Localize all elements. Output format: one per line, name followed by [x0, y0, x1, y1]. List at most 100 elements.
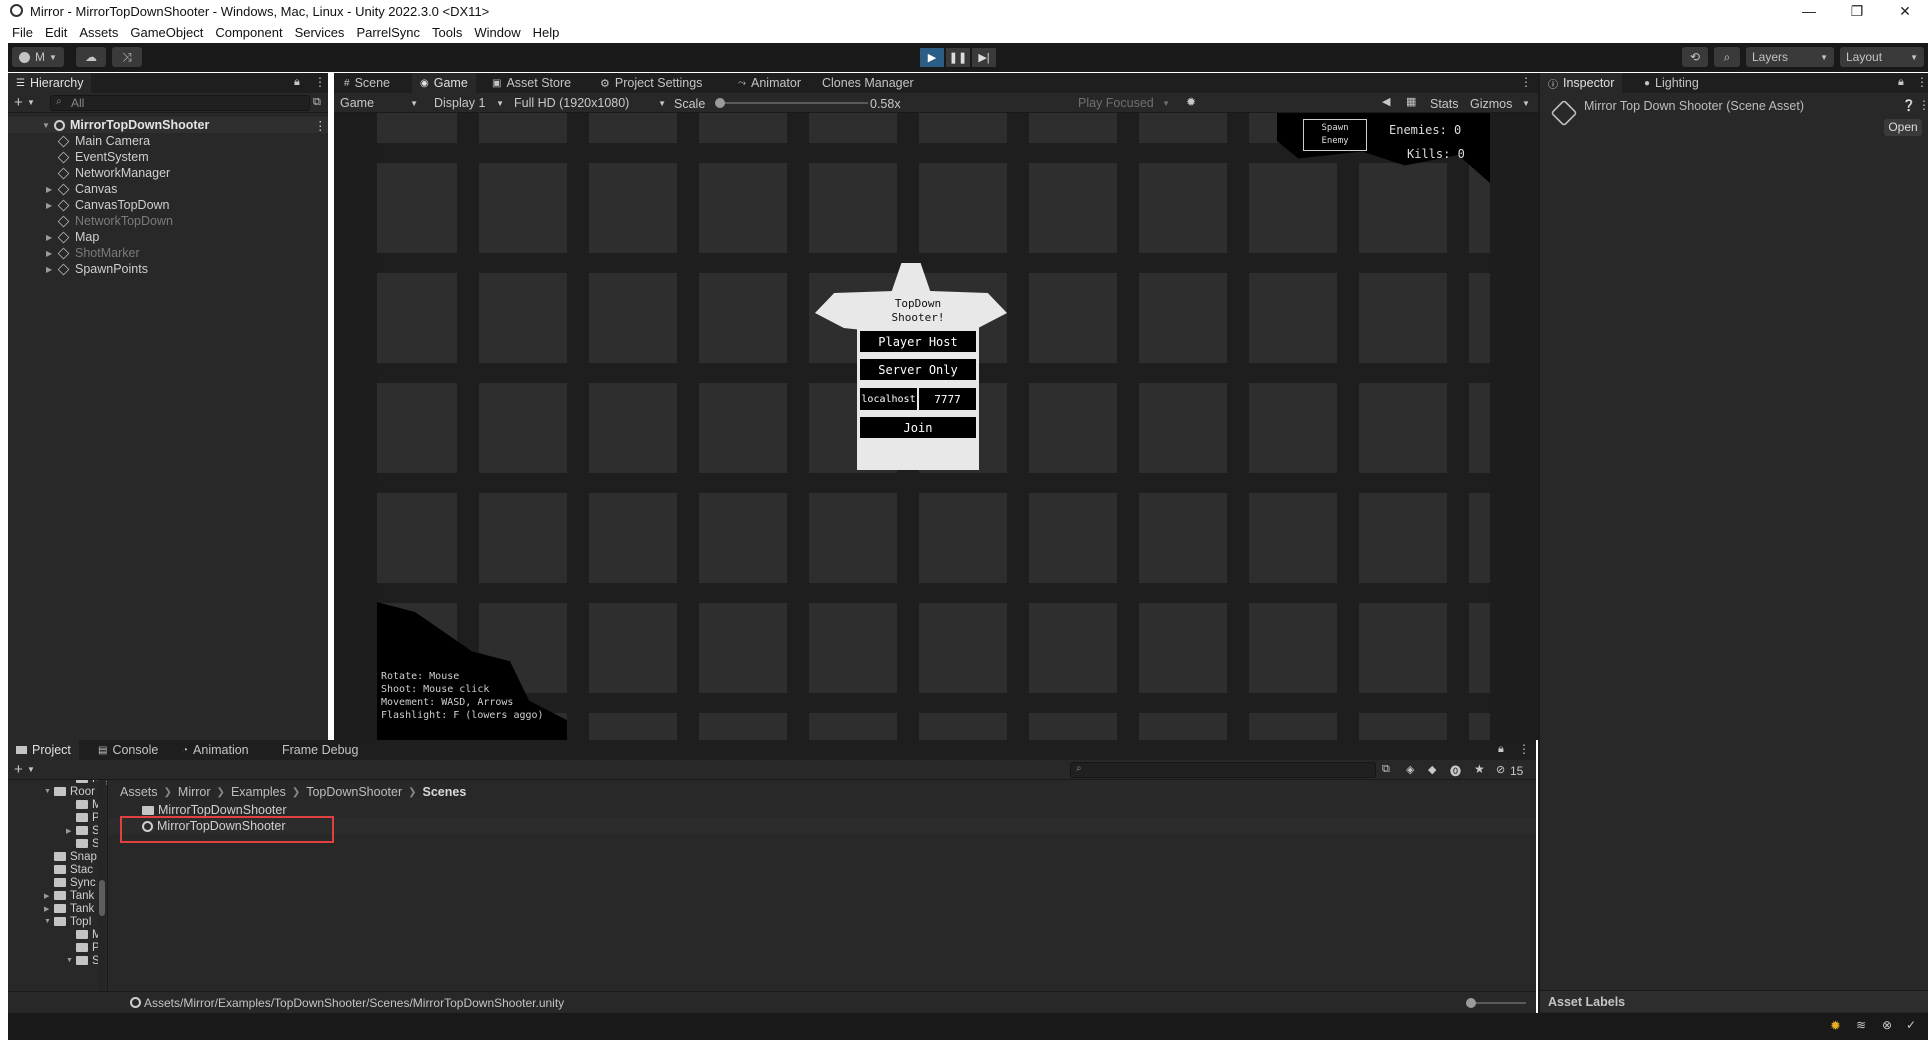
folder-tree-item[interactable]: ▶ Tank: [44, 902, 94, 915]
display-dropdown[interactable]: Display 1 ▼: [430, 95, 508, 111]
lock-icon[interactable]: 🔒︎: [294, 76, 300, 89]
kebab-menu-icon[interactable]: ⋮: [1520, 75, 1532, 89]
expand-arrow-icon[interactable]: ▶: [46, 201, 56, 210]
tab-game[interactable]: ◉ Game: [412, 73, 476, 93]
scale-slider-handle[interactable]: [715, 98, 725, 108]
scale-slider[interactable]: [715, 98, 868, 108]
menu-file[interactable]: File: [12, 25, 33, 40]
close-button[interactable]: ✕: [1882, 0, 1928, 22]
breadcrumb-item-current[interactable]: Scenes: [423, 785, 467, 799]
hierarchy-item[interactable]: ▶ ShotMarker: [8, 245, 140, 261]
hierarchy-item[interactable]: ▶ CanvasTopDown: [8, 197, 170, 213]
resolution-dropdown[interactable]: Full HD (1920x1080) ▼: [510, 95, 670, 111]
search-by-label-icon[interactable]: ◈: [1406, 763, 1414, 776]
kebab-menu-icon[interactable]: ⋮: [1918, 98, 1928, 112]
pause-button[interactable]: ❚❚: [946, 48, 970, 67]
add-icon[interactable]: +: [14, 761, 23, 778]
icon-size-slider[interactable]: [1466, 998, 1526, 1008]
address-input[interactable]: localhost: [860, 388, 917, 410]
tab-hierarchy[interactable]: ☰ Hierarchy: [8, 73, 92, 93]
hierarchy-item[interactable]: ▶ Map: [8, 229, 99, 245]
menu-parrelsync[interactable]: ParrelSync: [356, 25, 420, 40]
lock-icon[interactable]: 🔒︎: [1898, 76, 1904, 89]
breadcrumb-item[interactable]: Assets: [120, 785, 158, 799]
tab-frame-debug[interactable]: Frame Debug: [274, 740, 366, 760]
chevron-down-icon[interactable]: ▼: [27, 765, 35, 774]
folder-tree-item[interactable]: M: [66, 798, 102, 811]
lock-icon[interactable]: 🔒︎: [1498, 743, 1504, 756]
hierarchy-item[interactable]: NetworkTopDown: [8, 213, 173, 229]
tab-project-settings[interactable]: ⚙ Project Settings: [592, 73, 710, 93]
tab-inspector[interactable]: ⓘ Inspector: [1540, 73, 1623, 93]
help-icon[interactable]: ❔: [1902, 99, 1916, 112]
icon-size-slider-handle[interactable]: [1466, 998, 1476, 1008]
warning-icon[interactable]: ⓿: [1450, 763, 1461, 779]
menu-component[interactable]: Component: [215, 25, 282, 40]
game-mode-dropdown[interactable]: Game ▼: [336, 95, 422, 111]
layout-dropdown[interactable]: Layout ▼: [1840, 47, 1924, 67]
add-icon[interactable]: +: [14, 94, 23, 111]
tab-animation[interactable]: ◔ Animation: [174, 740, 257, 760]
expand-arrow-icon[interactable]: ▶: [46, 249, 56, 258]
tree-scrollbar-thumb[interactable]: [99, 880, 105, 916]
bug-icon[interactable]: ✹: [1186, 95, 1196, 109]
layers-dropdown[interactable]: Layers ▼: [1746, 47, 1834, 67]
menu-edit[interactable]: Edit: [45, 25, 67, 40]
hierarchy-root-scene[interactable]: ▼ MirrorTopDownShooter ⋮: [8, 117, 328, 133]
tab-project[interactable]: Project: [8, 740, 79, 760]
expand-arrow-icon[interactable]: ▶: [46, 233, 56, 242]
hierarchy-item[interactable]: EventSystem: [8, 149, 149, 165]
kebab-menu-icon[interactable]: ⋮: [1518, 742, 1530, 756]
chevron-down-icon[interactable]: ▼: [1522, 99, 1530, 108]
folder-tree-item[interactable]: Stac: [44, 863, 93, 876]
menu-help[interactable]: Help: [533, 25, 560, 40]
mute-audio-icon[interactable]: ◀: [1382, 95, 1390, 108]
tab-asset-store[interactable]: ▣ Asset Store: [484, 73, 579, 93]
history-button[interactable]: ⟲: [1682, 47, 1708, 67]
tab-scene[interactable]: # Scene: [336, 73, 398, 93]
menu-gameobject[interactable]: GameObject: [130, 25, 203, 40]
open-button[interactable]: Open: [1884, 119, 1922, 136]
hierarchy-item[interactable]: NetworkManager: [8, 165, 170, 181]
game-canvas[interactable]: Spawn Enemy Enemies: 0 Kills: 0 TopDown …: [377, 113, 1490, 740]
tab-lighting[interactable]: ● Lighting: [1636, 73, 1707, 93]
expand-arrow-icon[interactable]: ▶: [44, 905, 54, 913]
kebab-menu-icon[interactable]: ⋮: [314, 75, 326, 89]
expand-arrow-icon[interactable]: ▶: [44, 892, 54, 900]
stats-button[interactable]: Stats: [1430, 97, 1459, 111]
search-button[interactable]: ⌕: [1714, 47, 1740, 67]
step-button[interactable]: ▶|: [972, 48, 996, 67]
scene-visibility-icon[interactable]: ⧉: [313, 96, 321, 109]
folder-tree-item[interactable]: ▼ TopI: [44, 915, 92, 928]
folder-tree-item[interactable]: ▶ Tank: [44, 889, 94, 902]
kebab-menu-icon[interactable]: ⋮: [314, 118, 327, 133]
breadcrumb-item[interactable]: Examples: [231, 785, 286, 799]
layers-stack-icon[interactable]: ≋: [1856, 1018, 1866, 1032]
collab-button[interactable]: ⤨: [112, 47, 142, 67]
port-input[interactable]: 7777: [919, 388, 976, 410]
player-host-button[interactable]: Player Host: [860, 331, 976, 352]
expand-arrow-icon[interactable]: ▼: [66, 957, 76, 964]
spawn-enemy-button[interactable]: Spawn Enemy: [1303, 119, 1367, 151]
gizmos-button[interactable]: Gizmos: [1470, 97, 1512, 111]
folder-tree-item[interactable]: Sync: [44, 876, 96, 889]
menu-assets[interactable]: Assets: [79, 25, 118, 40]
bug-report-icon[interactable]: ✹: [1830, 1018, 1841, 1034]
breadcrumb-item[interactable]: TopDownShooter: [306, 785, 402, 799]
hierarchy-item[interactable]: Main Camera: [8, 133, 150, 149]
folder-tree-item[interactable]: M: [66, 928, 102, 941]
tag-icon[interactable]: ◆: [1428, 763, 1436, 776]
expand-arrow-icon[interactable]: ▶: [46, 185, 56, 194]
cloud-button[interactable]: ☁: [76, 47, 106, 67]
tab-clones-manager[interactable]: Clones Manager: [814, 73, 922, 93]
join-button[interactable]: Join: [860, 417, 976, 438]
server-only-button[interactable]: Server Only: [860, 359, 976, 380]
tab-animator[interactable]: ⤳ Animator: [730, 73, 809, 93]
folder-tree-item[interactable]: ▼ Roor: [44, 785, 95, 798]
tree-scrollbar[interactable]: [98, 780, 106, 991]
expand-arrow-icon[interactable]: ▼: [44, 788, 54, 795]
project-search-input[interactable]: ⌕: [1070, 762, 1376, 778]
expand-arrow-icon[interactable]: ▼: [42, 121, 52, 130]
chevron-down-icon[interactable]: ▼: [27, 98, 35, 107]
menu-services[interactable]: Services: [295, 25, 345, 40]
